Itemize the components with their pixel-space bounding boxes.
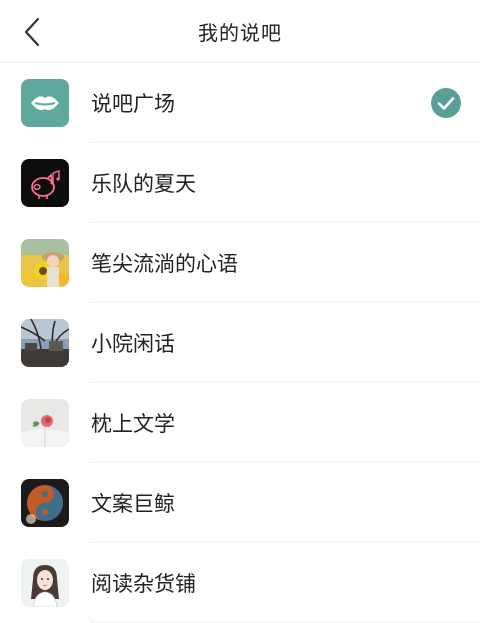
yin-yang-photo: [21, 479, 69, 527]
list-item-label: 乐队的夏天: [91, 172, 196, 196]
list-item-label: 文案巨鲸: [91, 492, 175, 516]
list-item-label: 说吧广场: [91, 92, 175, 116]
list-item[interactable]: 阅读杂货铺: [0, 543, 480, 623]
page-title: 我的说吧: [198, 20, 282, 45]
courtyard-photo: [21, 319, 69, 367]
sunflower-photo: [21, 239, 69, 287]
list-item-label: 阅读杂货铺: [91, 572, 196, 596]
pig-logo-icon: [21, 159, 69, 207]
list-item-label: 笔尖流淌的心语: [91, 252, 238, 276]
nav-bar: 我的说吧: [0, 0, 480, 63]
list-item[interactable]: 说吧广场: [0, 63, 480, 143]
list-item[interactable]: 枕上文学: [0, 383, 480, 463]
rose-book-photo: [21, 399, 69, 447]
lips-icon: [21, 79, 69, 127]
back-button[interactable]: [14, 14, 50, 50]
list-item-label: 枕上文学: [91, 412, 175, 436]
list-item[interactable]: 乐队的夏天: [0, 143, 480, 223]
list-item[interactable]: 小院闲话: [0, 303, 480, 383]
list-item-label: 小院闲话: [91, 332, 175, 356]
chevron-left-icon: [24, 17, 40, 47]
check-icon: [431, 88, 461, 118]
girl-illustration: [21, 559, 69, 607]
forum-list: 说吧广场 乐队的夏天 笔尖流淌的心语 小院闲话 枕上文学 文案巨鲸 阅读杂货铺: [0, 63, 480, 623]
list-item[interactable]: 文案巨鲸: [0, 463, 480, 543]
list-item[interactable]: 笔尖流淌的心语: [0, 223, 480, 303]
